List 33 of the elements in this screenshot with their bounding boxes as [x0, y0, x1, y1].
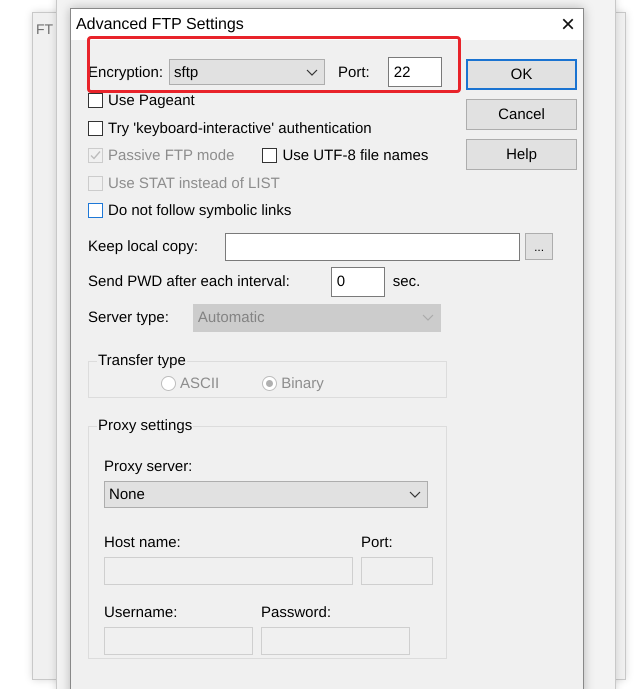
host-name-label: Host name: [104, 534, 182, 550]
password-label: Password: [261, 604, 332, 620]
chevron-down-icon [422, 314, 434, 321]
port-label: Port: [338, 64, 370, 80]
window-title: FT [36, 21, 54, 37]
dialog-title: Advanced FTP Settings [76, 16, 244, 34]
checkbox-option[interactable]: Use Pageant [88, 92, 195, 110]
close-button[interactable]: × [554, 12, 581, 36]
chevron-down-icon [409, 490, 421, 498]
checkbox-option[interactable]: Use UTF-8 file names [262, 147, 428, 164]
checkbox-option[interactable]: Try 'keyboard-interactive' authentication [88, 120, 372, 137]
proxy-server-dropdown[interactable]: None [104, 480, 428, 508]
group-title: Transfer type [97, 352, 187, 368]
checkmark-icon [89, 149, 102, 162]
browse-button[interactable]: ... [525, 233, 554, 260]
port-field[interactable]: 22 [388, 57, 442, 87]
dialog-button[interactable]: OK [466, 59, 577, 90]
server-type-label: Server type: [88, 309, 169, 326]
chevron-down-icon [306, 68, 318, 76]
send-pwd-label: Send PWD after each interval: [88, 273, 290, 290]
unit-label: sec. [392, 273, 420, 290]
proxy-server-label: Proxy server: [104, 458, 194, 474]
local-copy-field[interactable] [225, 232, 520, 260]
encryption-dropdown[interactable]: sftp [169, 59, 326, 85]
keep-local-copy-label: Keep local copy: [88, 238, 198, 255]
group-title: Proxy settings [97, 416, 194, 434]
proxy-port-label: Port: [361, 534, 394, 550]
dialog-button[interactable]: Cancel [466, 99, 577, 130]
dialog-button[interactable]: Help [466, 139, 577, 170]
username-label: Username: [104, 604, 178, 620]
interval-field[interactable]: 0 [330, 266, 385, 296]
checkbox-option[interactable]: Do not follow symbolic links [88, 202, 292, 220]
encryption-label: Encryption: [88, 64, 164, 80]
